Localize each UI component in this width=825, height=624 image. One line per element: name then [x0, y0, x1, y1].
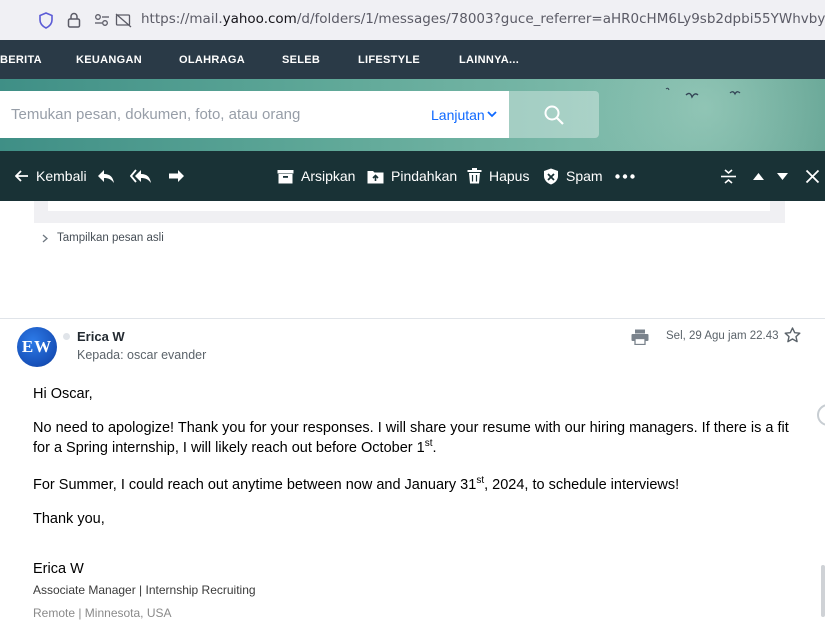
- next-message-button[interactable]: [776, 151, 789, 201]
- nav-item-seleb[interactable]: SELEB: [282, 54, 320, 66]
- sender-name[interactable]: Erica W: [77, 329, 125, 344]
- delete-button[interactable]: Hapus: [467, 151, 529, 201]
- search-box[interactable]: Temukan pesan, dokumen, foto, atau orang…: [0, 91, 509, 138]
- trash-icon: [467, 168, 482, 184]
- url-text[interactable]: https://mail.yahoo.com/d/folders/1/messa…: [141, 11, 825, 27]
- reply-all-icon: [130, 169, 151, 183]
- message-date: Sel, 29 Agu jam 22.43: [666, 330, 779, 342]
- birds-decoration-icon: [665, 87, 741, 99]
- reply-all-button[interactable]: [130, 151, 152, 201]
- back-button[interactable]: Kembali: [15, 151, 87, 201]
- forward-icon: [169, 170, 184, 182]
- presence-dot: [63, 333, 70, 340]
- print-button[interactable]: [631, 329, 649, 350]
- shield-icon[interactable]: [36, 10, 56, 30]
- recipients[interactable]: Kepada: oscar evander: [77, 348, 206, 362]
- expand-collapse-icon: [721, 168, 736, 184]
- signature-location: Remote | Minnesota, USA: [33, 606, 172, 620]
- move-folder-icon: [367, 170, 384, 183]
- blocked-media-icon[interactable]: [113, 10, 133, 30]
- forward-button[interactable]: [167, 151, 186, 201]
- printer-icon: [631, 329, 649, 346]
- browser-url-bar: https://mail.yahoo.com/d/folders/1/messa…: [0, 0, 825, 40]
- body-paragraph-1: No need to apologize! Thank you for your…: [33, 420, 789, 456]
- spam-shield-icon: [544, 168, 558, 184]
- search-header: Temukan pesan, dokumen, foto, atau orang…: [0, 79, 825, 151]
- star-button[interactable]: [784, 327, 801, 348]
- body-paragraph-2: For Summer, I could reach out anytime be…: [33, 475, 680, 493]
- lock-icon[interactable]: [64, 10, 84, 30]
- star-icon: [784, 327, 801, 343]
- search-icon: [544, 105, 564, 125]
- triangle-down-icon: [777, 172, 788, 180]
- greeting: Hi Oscar,: [33, 386, 93, 402]
- quoted-message-box: [34, 201, 785, 223]
- permissions-icon[interactable]: [93, 10, 111, 30]
- more-actions-button[interactable]: [615, 151, 635, 201]
- reply-icon: [98, 170, 114, 183]
- avatar[interactable]: EW: [17, 327, 57, 367]
- close-icon: [805, 169, 820, 183]
- show-original-toggle[interactable]: Tampilkan pesan asli: [42, 232, 164, 244]
- nav-item-lifestyle[interactable]: LIFESTYLE: [358, 54, 420, 66]
- reply-button[interactable]: [96, 151, 115, 201]
- nav-item-keuangan[interactable]: KEUANGAN: [76, 54, 142, 66]
- chevron-right-icon: [42, 234, 48, 242]
- message-toolbar: Kembali Arsipkan Pindahkan Hapus Spam: [0, 151, 825, 201]
- archive-button[interactable]: Arsipkan: [277, 151, 355, 201]
- collapse-expand-button[interactable]: [720, 151, 737, 201]
- search-input[interactable]: Temukan pesan, dokumen, foto, atau orang: [11, 106, 300, 123]
- message-body: Hi Oscar, No need to apologize! Thank yo…: [33, 384, 793, 529]
- arrow-left-icon: [15, 170, 28, 182]
- signature-title: Associate Manager | Internship Recruitin…: [33, 583, 256, 597]
- more-dots-icon: [615, 173, 635, 179]
- signature-name: Erica W: [33, 561, 84, 577]
- chevron-down-icon[interactable]: [486, 108, 498, 120]
- move-button[interactable]: Pindahkan: [367, 151, 457, 201]
- closing: Thank you,: [33, 511, 105, 527]
- spam-button[interactable]: Spam: [543, 151, 603, 201]
- yahoo-top-nav: BERITA KEUANGAN OLAHRAGA SELEB LIFESTYLE…: [0, 40, 825, 79]
- nav-item-more[interactable]: LAINNYA...: [459, 54, 519, 66]
- previous-message-button[interactable]: [752, 151, 765, 201]
- advanced-search-button[interactable]: Lanjutan: [431, 107, 485, 123]
- scrollbar[interactable]: [821, 565, 825, 617]
- archive-icon: [277, 169, 294, 183]
- side-panel-toggle[interactable]: [817, 404, 825, 426]
- signature: Erica W Associate Manager | Internship R…: [33, 561, 256, 620]
- nav-item-berita[interactable]: BERITA: [0, 54, 42, 66]
- close-message-button[interactable]: [805, 151, 820, 201]
- triangle-up-icon: [753, 172, 764, 180]
- nav-item-olahraga[interactable]: OLAHRAGA: [179, 54, 245, 66]
- search-button[interactable]: [509, 91, 599, 138]
- message-divider: [0, 318, 825, 319]
